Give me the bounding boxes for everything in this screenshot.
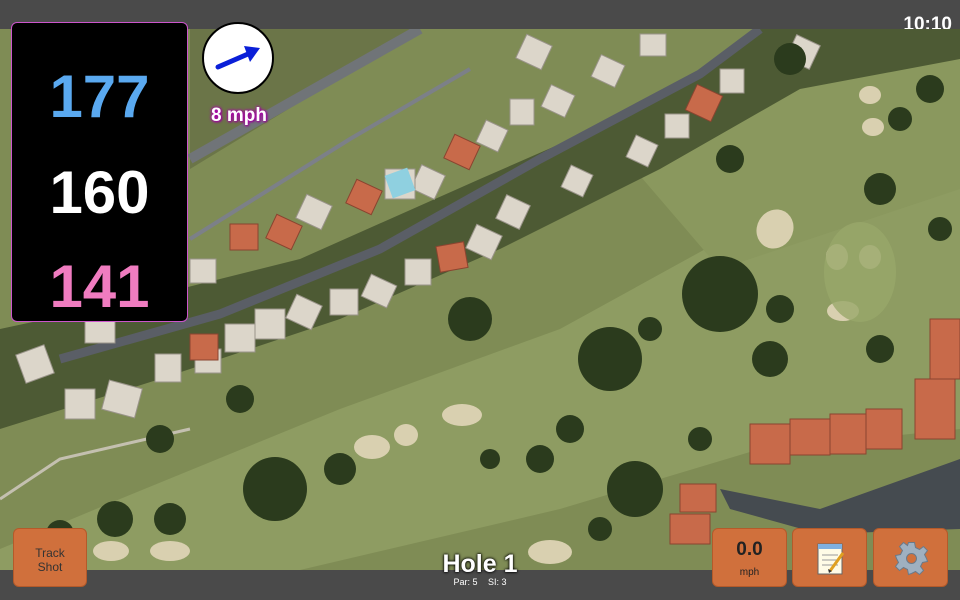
notepad-icon — [817, 543, 845, 575]
yardage-panel: 177 160 141 — [11, 22, 188, 322]
wind-arrow-icon — [215, 46, 260, 70]
track-shot-label-line1: Track — [35, 546, 65, 560]
par-label: Par: 5 — [453, 577, 478, 587]
gear-icon — [894, 541, 929, 576]
speed-unit: mph — [739, 567, 760, 578]
track-shot-label-line2: Shot — [37, 560, 63, 574]
hole-title: Hole 1 — [442, 550, 518, 578]
speed-value: 0.0 — [736, 539, 763, 560]
speed-button[interactable]: 0.0 mph — [712, 528, 787, 587]
settings-button[interactable] — [873, 528, 948, 587]
track-shot-button[interactable]: Track Shot — [13, 528, 87, 587]
stroke-index-label: SI: 3 — [488, 577, 507, 587]
notes-button[interactable] — [792, 528, 867, 587]
wind-indicator[interactable] — [202, 22, 274, 94]
middle-yardage: 160 — [49, 159, 150, 226]
hole-meta: Par: 5 SI: 3 — [380, 577, 580, 587]
wind-speed: 8 mph — [211, 105, 267, 126]
front-yardage: 141 — [49, 253, 150, 320]
back-yardage: 177 — [49, 63, 150, 130]
